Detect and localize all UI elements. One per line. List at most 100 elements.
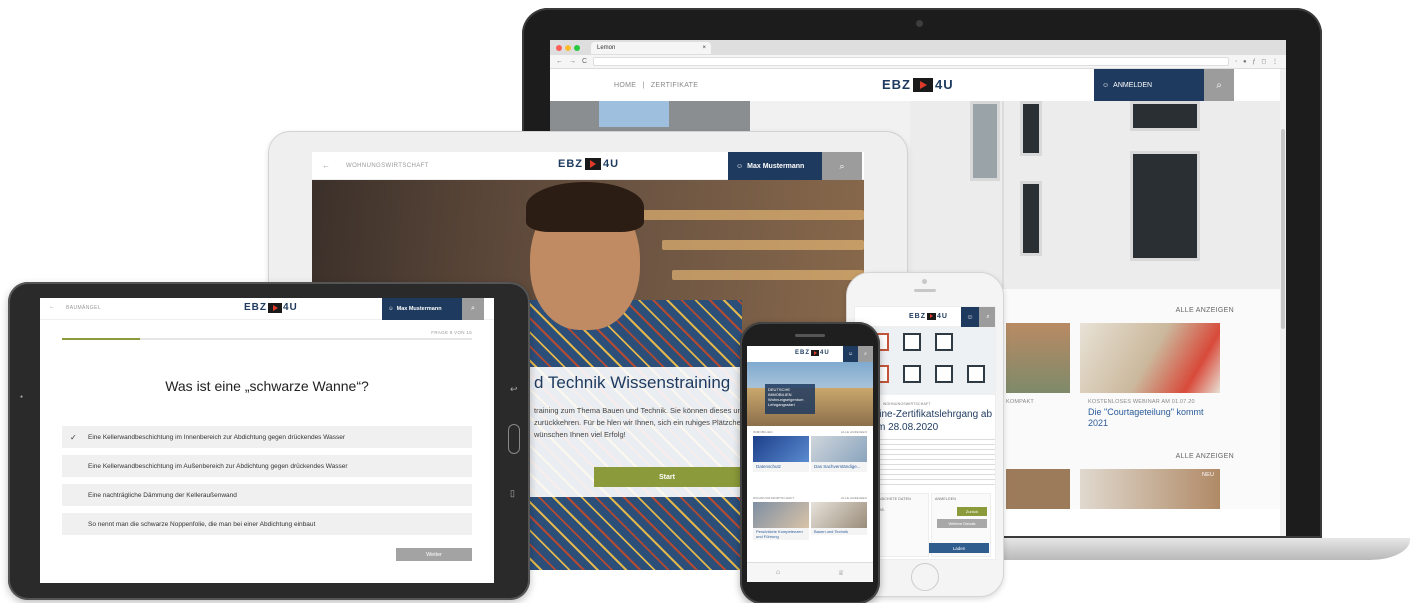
ebz4u-logo[interactable]: EBZ 4U <box>882 77 954 92</box>
section-label: WOHNUNGSWIRTSCHAFT <box>753 496 795 500</box>
search-icon: ⌕ <box>839 160 845 171</box>
tablet-back-key-icon[interactable]: ↩ <box>510 384 518 395</box>
tablet-home-button[interactable] <box>508 424 520 454</box>
answer-option[interactable]: So nennt man die schwarze Noppenfolie, d… <box>62 513 472 535</box>
facade-window <box>970 101 1000 181</box>
search-button[interactable]: ⌕ <box>822 152 862 180</box>
site-header: HOME | ZERTIFIKATE EBZ 4U ☺ ANMELDEN ⌕ <box>550 69 1286 101</box>
nav-separator: | <box>642 81 645 89</box>
quiz-progress-bar <box>62 338 472 340</box>
address-bar[interactable] <box>593 57 1230 66</box>
details-button[interactable]: Weitere Details <box>937 519 987 528</box>
answer-text: Eine Kellerwandbeschichtung im Innenbere… <box>88 433 346 441</box>
page-scrollbar[interactable] <box>1280 69 1286 536</box>
zoom-window-dot[interactable] <box>574 44 580 51</box>
answer-option[interactable]: Eine Kellerwandbeschichtung im Außenbere… <box>62 455 472 477</box>
hero-teaser[interactable]: DEUTSCHE IMMOBILIEN Wohnungseigentum Leh… <box>765 384 815 414</box>
logo-play-icon <box>927 313 936 320</box>
show-all-link[interactable]: ALLE ANZEIGEN <box>841 430 867 434</box>
user-name: Max Mustermann <box>396 306 442 312</box>
logo-play-icon <box>811 350 819 356</box>
quiz-progress-fill <box>62 338 140 340</box>
search-button[interactable]: ⌕ <box>979 307 995 327</box>
home-tab-icon[interactable]: ⌂ <box>776 569 780 576</box>
course-card[interactable]: Persönliche Kompetenzen und Führung <box>753 502 809 540</box>
logo-text-left: EBZ <box>244 302 267 313</box>
quiz-header: ← BAUMÄNGEL EBZ 4U ☺ Max Mustermann ⌕ <box>40 298 494 320</box>
course-card-image[interactable] <box>1080 469 1220 509</box>
user-name: Max Mustermann <box>747 162 805 170</box>
course-card[interactable]: Datenschutz <box>753 436 809 472</box>
show-all-link[interactable]: ALLE ANZEIGEN <box>841 496 867 500</box>
logo-play-icon <box>913 77 933 92</box>
user-menu-button[interactable]: ☺ Max Mustermann <box>382 298 462 320</box>
site-nav: HOME | ZERTIFIKATE <box>614 82 702 89</box>
browser-tab-strip: Lemon × <box>550 40 1286 55</box>
course-card[interactable]: Bauen und Technik <box>811 502 867 535</box>
tablet-recent-key-icon[interactable]: ▯ <box>510 488 515 499</box>
logo-text-left: EBZ <box>558 158 583 170</box>
user-icon: ☺ <box>847 351 854 357</box>
ebz4u-logo[interactable]: EBZ 4U <box>909 313 948 320</box>
back-arrow-icon[interactable]: ← <box>556 58 563 65</box>
nav-home-link[interactable]: HOME <box>614 82 636 89</box>
course-card-image[interactable] <box>1006 323 1070 393</box>
phone-home-button[interactable] <box>911 563 939 591</box>
dates-box <box>875 493 929 557</box>
register-label: ANMELDEN <box>935 497 957 501</box>
back-icon[interactable]: ← <box>49 304 55 310</box>
webinar-card-title[interactable]: Die "Courtageteilung" kommt 2021 <box>1088 407 1208 429</box>
back-button[interactable]: Zurück <box>957 507 987 516</box>
minimize-window-dot[interactable] <box>565 44 571 51</box>
phone-camera <box>922 279 927 284</box>
search-button[interactable]: ⌕ <box>462 298 484 320</box>
browser-extension-icons[interactable]: ◦ ● ƒ ◻ ⋮ <box>1235 58 1280 65</box>
hero-building-facade <box>910 101 1286 289</box>
show-all-link[interactable]: ALLE ANZEIGEN <box>1176 307 1234 314</box>
start-button[interactable]: Start <box>594 467 740 487</box>
search-button[interactable]: ⌕ <box>1204 69 1234 101</box>
logo-text-right: 4U <box>820 350 830 356</box>
tab-close-icon[interactable]: × <box>702 42 706 54</box>
certificate-tab-icon[interactable]: ♕ <box>838 569 844 577</box>
webinar-card-image[interactable] <box>1080 323 1220 393</box>
question-counter: FRAGE 8 VON 15 <box>431 330 472 335</box>
back-icon[interactable]: ← <box>322 161 330 170</box>
answer-option[interactable]: Eine nachträgliche Dämmung der Kellerauß… <box>62 484 472 506</box>
section-label: BAUMÄNGEL <box>66 305 101 311</box>
facade-window <box>1130 151 1200 261</box>
reload-icon[interactable]: C <box>582 58 587 65</box>
course-card-title: Persönliche Kompetenzen und Führung <box>756 529 803 539</box>
logo-play-icon <box>268 302 282 313</box>
course-card-image[interactable] <box>1006 469 1070 509</box>
hero-sky <box>599 101 669 127</box>
browser-tab[interactable]: Lemon × <box>591 41 711 54</box>
show-all-link[interactable]: ALLE ANZEIGEN <box>1176 453 1234 460</box>
scrollbar-thumb[interactable] <box>1281 129 1285 329</box>
load-button[interactable]: Laden <box>929 543 989 553</box>
answer-text: Eine Kellerwandbeschichtung im Außenbere… <box>88 462 348 470</box>
forward-arrow-icon[interactable]: → <box>569 58 576 65</box>
user-menu-button[interactable]: ☺ Max Mustermann <box>728 152 822 180</box>
facade-window <box>1020 101 1042 156</box>
answer-option[interactable]: ✓ Eine Kellerwandbeschichtung im Innenbe… <box>62 426 472 448</box>
logo-text-right: 4U <box>935 77 954 92</box>
login-button[interactable]: ☺ ANMELDEN <box>1094 69 1204 101</box>
phone-header: EBZ 4U ☺ ⌕ <box>747 346 873 362</box>
ebz4u-logo[interactable]: EBZ 4U <box>558 158 619 170</box>
ebz4u-logo[interactable]: EBZ 4U <box>244 302 298 313</box>
course-card-title: Bauen und Technik <box>814 529 848 534</box>
close-window-dot[interactable] <box>556 44 562 51</box>
answer-text: Eine nachträgliche Dämmung der Kellerauß… <box>88 491 237 499</box>
user-icon: ☺ <box>388 306 394 312</box>
course-card-image <box>753 436 809 462</box>
next-button[interactable]: Weiter <box>396 548 472 561</box>
ebz4u-logo[interactable]: EBZ 4U <box>795 350 830 356</box>
nav-certificates-link[interactable]: ZERTIFIKATE <box>651 82 698 89</box>
search-icon: ⌕ <box>986 313 990 320</box>
user-button[interactable]: ☺ <box>843 346 858 362</box>
search-button[interactable]: ⌕ <box>858 346 873 362</box>
user-button[interactable]: ☺ <box>961 307 979 327</box>
course-card[interactable]: Das Sachverständige... <box>811 436 867 472</box>
course-card-image <box>811 436 867 462</box>
